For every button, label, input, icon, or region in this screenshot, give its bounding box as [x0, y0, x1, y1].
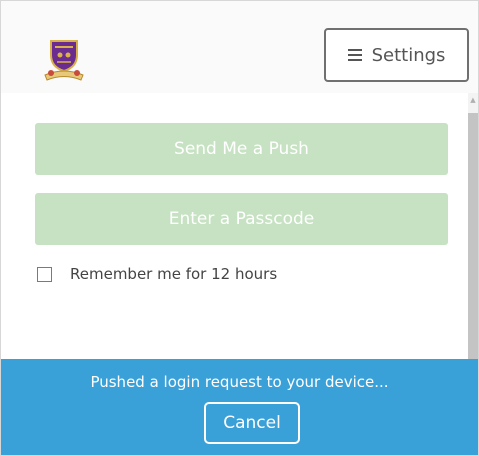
status-message: Pushed a login request to your device...	[90, 373, 389, 391]
cancel-button[interactable]: Cancel	[204, 402, 300, 444]
auth-content: Send Me a Push Enter a Passcode Remember…	[1, 93, 468, 359]
remember-me-checkbox[interactable]	[37, 266, 52, 282]
remember-me-row[interactable]: Remember me for 12 hours	[37, 265, 277, 283]
cancel-label: Cancel	[223, 413, 281, 433]
remember-me-label: Remember me for 12 hours	[70, 265, 278, 283]
enter-passcode-label: Enter a Passcode	[168, 209, 315, 229]
hamburger-icon	[347, 49, 362, 61]
send-push-label: Send Me a Push	[174, 139, 309, 159]
settings-label: Settings	[371, 44, 446, 66]
scroll-up-icon[interactable]: ▲	[469, 96, 477, 104]
university-crest-icon	[44, 40, 84, 81]
header: Settings	[1, 1, 478, 93]
settings-button[interactable]: Settings	[324, 28, 469, 82]
enter-passcode-button[interactable]: Enter a Passcode	[35, 193, 448, 245]
scrollbar[interactable]: ▲	[468, 93, 478, 359]
send-push-button[interactable]: Send Me a Push	[35, 123, 448, 175]
scrollbar-thumb[interactable]	[468, 113, 478, 359]
auth-frame: Settings Send Me a Push Enter a Passcode…	[0, 0, 479, 456]
status-bar: Pushed a login request to your device...…	[1, 359, 478, 455]
